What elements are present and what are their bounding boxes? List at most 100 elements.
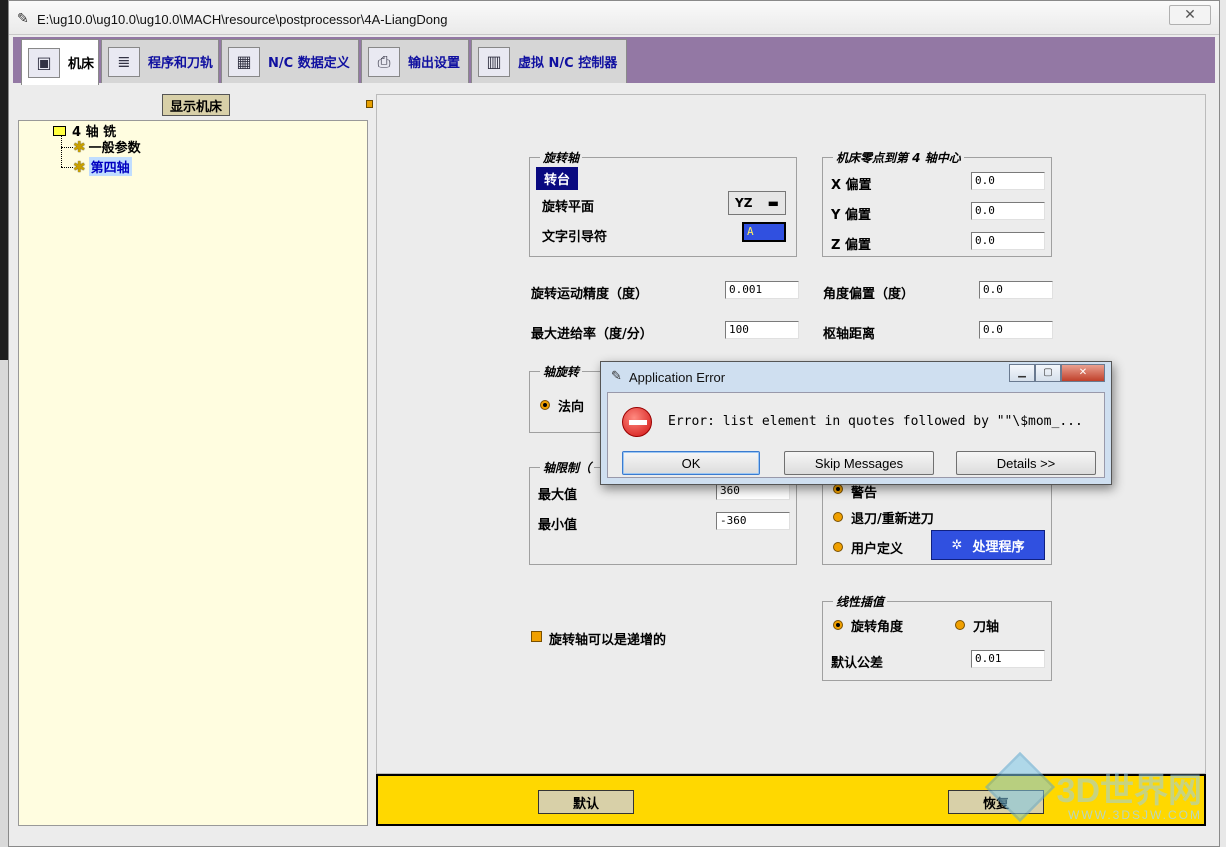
normal-radio[interactable] <box>540 400 550 410</box>
y-offset-label: Y 偏置 <box>831 208 871 223</box>
y-offset-input[interactable]: 0.0 <box>971 202 1045 220</box>
tree-item-general[interactable]: ✱ 一般参数 <box>73 137 141 157</box>
minimize-icon[interactable]: ▁ <box>1009 364 1035 382</box>
resolution-label: 旋转运动精度（度） <box>531 287 649 302</box>
retract-radio[interactable] <box>833 512 843 522</box>
tree-item-label: 第四轴 <box>88 157 132 176</box>
z-offset-input[interactable]: 0.0 <box>971 232 1045 250</box>
incremental-checkbox[interactable] <box>531 631 542 642</box>
warning-radio[interactable] <box>833 484 843 494</box>
feather-icon: ✎ <box>17 11 29 27</box>
tab-bar: ▣ 机床 ≣ 程序和刀轨 ▦ N/C 数据定义 ⎙ 输出设置 ▥ 虚拟 N/C … <box>13 37 1215 85</box>
watermark-text: 3D世界网 <box>1056 771 1202 810</box>
normal-label: 法向 <box>558 400 585 415</box>
linear-interp-group: 线性插值 旋转角度 刀轴 默认公差 0.01 <box>822 593 1052 681</box>
panel-splitter-handle[interactable] <box>366 100 373 108</box>
group-title: 轴限制（ <box>540 459 595 476</box>
tab-machine[interactable]: ▣ 机床 <box>21 39 99 85</box>
window-close-button[interactable]: ✕ <box>1169 5 1211 25</box>
tab-program[interactable]: ≣ 程序和刀轨 <box>101 39 219 83</box>
show-machine-button[interactable]: 显示机床 <box>162 94 230 116</box>
min-limit-input[interactable]: -360 <box>716 512 790 530</box>
handler-button-label: 处理程序 <box>972 539 1025 555</box>
tab-label: 程序和刀轨 <box>148 56 214 71</box>
error-message: Error: list element in quotes followed b… <box>668 414 1083 429</box>
tool-axis-radio[interactable] <box>955 620 965 630</box>
tree-item-label: 一般参数 <box>88 141 141 156</box>
rotary-table-tag: 转台 <box>536 167 579 190</box>
x-offset-input[interactable]: 0.0 <box>971 172 1045 190</box>
maximize-icon[interactable]: ▢ <box>1035 364 1061 382</box>
tree-connector <box>61 167 73 168</box>
program-icon: ≣ <box>108 46 140 77</box>
retract-label: 退刀/重新进刀 <box>851 512 934 527</box>
rotary-angle-radio[interactable] <box>833 620 843 630</box>
close-icon[interactable]: ✕ <box>1061 364 1105 382</box>
user-defined-label: 用户定义 <box>851 542 904 557</box>
user-defined-radio[interactable] <box>833 542 843 552</box>
zero-to-center-group: 机床零点到第 4 轴中心 X 偏置 0.0 Y 偏置 0.0 Z 偏置 0.0 <box>822 149 1052 257</box>
gear-icon: ✱ <box>73 157 86 176</box>
rotary-axis-group: 旋转轴 转台 旋转平面 YZ ▬ 文字引导符 A <box>529 149 797 257</box>
details-button[interactable]: Details >> <box>956 451 1096 475</box>
z-offset-label: Z 偏置 <box>831 238 871 253</box>
tab-nc-data[interactable]: ▦ N/C 数据定义 <box>221 39 359 83</box>
window-title: E:\ug10.0\ug10.0\ug10.0\MACH\resource\po… <box>37 12 448 27</box>
min-limit-label: 最小值 <box>538 518 578 533</box>
folder-icon <box>53 125 66 136</box>
dialog-body: Error: list element in quotes followed b… <box>607 392 1105 478</box>
controller-icon: ▥ <box>478 46 510 77</box>
pivot-label: 枢轴距离 <box>823 327 876 342</box>
max-feed-label: 最大进给率（度/分） <box>531 327 653 342</box>
skip-messages-button[interactable]: Skip Messages <box>784 451 934 475</box>
group-title: 机床零点到第 4 轴中心 <box>833 149 964 166</box>
title-bar: ✎ E:\ug10.0\ug10.0\ug10.0\MACH\resource\… <box>9 1 1219 35</box>
x-offset-label: X 偏置 <box>831 178 872 193</box>
default-button[interactable]: 默认 <box>538 790 634 814</box>
tool-axis-label: 刀轴 <box>973 620 1000 635</box>
leader-input[interactable]: A <box>742 222 786 242</box>
error-icon <box>622 407 652 437</box>
resolution-input[interactable]: 0.001 <box>725 281 799 299</box>
plane-label: 旋转平面 <box>542 200 595 215</box>
group-title: 旋转轴 <box>540 149 583 166</box>
machine-icon: ▣ <box>28 47 60 78</box>
feather-icon: ✎ <box>611 369 622 384</box>
application-error-dialog: ✎ Application Error ▁ ▢ ✕ Error: list el… <box>600 361 1112 485</box>
group-title: 轴旋转 <box>540 363 583 380</box>
dialog-title: Application Error <box>629 370 726 385</box>
tree-connector <box>61 147 73 148</box>
tree-item-fourth-axis[interactable]: ✱ 第四轴 <box>73 157 132 176</box>
option-menu-indicator-icon: ▬ <box>767 196 779 210</box>
watermark-cube-icon <box>984 751 1055 823</box>
handler-icon: ✲ <box>951 537 963 553</box>
angle-offset-label: 角度偏置（度） <box>823 287 915 302</box>
tab-controller[interactable]: ▥ 虚拟 N/C 控制器 <box>471 39 627 83</box>
watermark-url: WWW.3DSJW.COM <box>1068 808 1202 822</box>
pivot-input[interactable]: 0.0 <box>979 321 1053 339</box>
nc-data-icon: ▦ <box>228 46 260 77</box>
left-panel: 显示机床 4 轴 铣 ✱ 一般参数 ✱ 第四轴 <box>18 92 368 826</box>
plane-option-menu[interactable]: YZ ▬ <box>728 191 786 215</box>
ok-button[interactable]: OK <box>622 451 760 475</box>
incremental-label: 旋转轴可以是递增的 <box>549 633 667 648</box>
printer-icon: ⎙ <box>368 46 400 77</box>
parameter-tree: 4 轴 铣 ✱ 一般参数 ✱ 第四轴 <box>18 120 368 826</box>
tab-label: 虚拟 N/C 控制器 <box>518 56 618 71</box>
tolerance-input[interactable]: 0.01 <box>971 650 1045 668</box>
handler-button[interactable]: ✲ 处理程序 <box>931 530 1045 560</box>
tab-output[interactable]: ⎙ 输出设置 <box>361 39 469 83</box>
tab-label: N/C 数据定义 <box>268 56 350 71</box>
tab-label: 机床 <box>68 57 95 72</box>
tab-label: 输出设置 <box>408 56 461 71</box>
dialog-window-controls: ▁ ▢ ✕ <box>1009 364 1105 382</box>
max-limit-label: 最大值 <box>538 488 578 503</box>
leader-label: 文字引导符 <box>542 230 608 245</box>
rotary-angle-label: 旋转角度 <box>851 620 904 635</box>
max-feed-input[interactable]: 100 <box>725 321 799 339</box>
group-title: 线性插值 <box>833 593 888 610</box>
angle-offset-input[interactable]: 0.0 <box>979 281 1053 299</box>
gear-icon: ✱ <box>73 137 86 156</box>
tolerance-label: 默认公差 <box>831 656 884 671</box>
plane-value: YZ <box>735 196 753 210</box>
